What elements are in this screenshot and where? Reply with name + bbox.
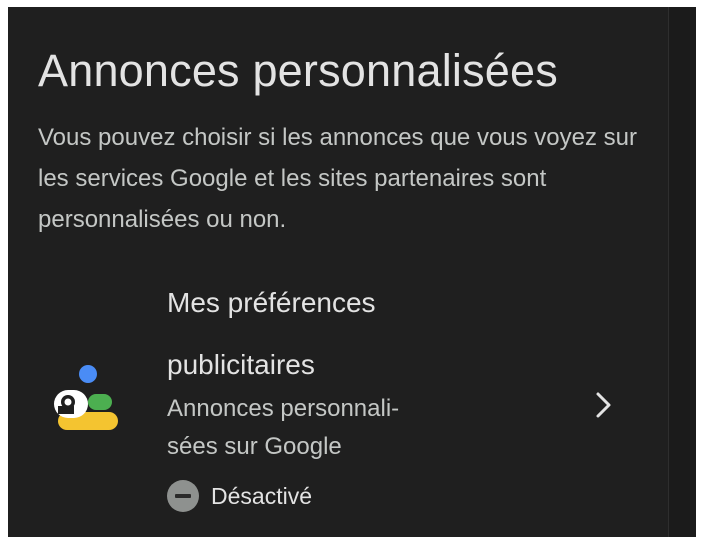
ad-preferences-card[interactable]: Mes préférences publicitaires Annonces p… <box>38 282 638 522</box>
section-description: Vous pouvez choisir si les annonces que … <box>38 117 638 240</box>
ad-preferences-illustration-icon <box>52 362 124 442</box>
chevron-right-icon[interactable] <box>588 390 618 420</box>
minus-circle-icon <box>167 480 199 512</box>
description-text: Vous pouvez choisir si les annonces que … <box>38 124 638 233</box>
status-indicator: Désactivé <box>167 480 312 512</box>
card-subtitle: Annonces personnali- sées sur Google <box>167 390 487 466</box>
side-divider-strip <box>668 7 696 537</box>
card-subtitle-line2: sées sur Google <box>167 433 342 460</box>
card-title-line1: Mes préférences <box>167 287 376 318</box>
status-label: Désactivé <box>211 482 312 509</box>
section-title: Annonces personnalisées <box>38 45 558 96</box>
ad-settings-panel: Annonces personnalisées Vous pouvez choi… <box>8 7 668 537</box>
card-subtitle-line1: Annonces personnali- <box>167 395 400 422</box>
